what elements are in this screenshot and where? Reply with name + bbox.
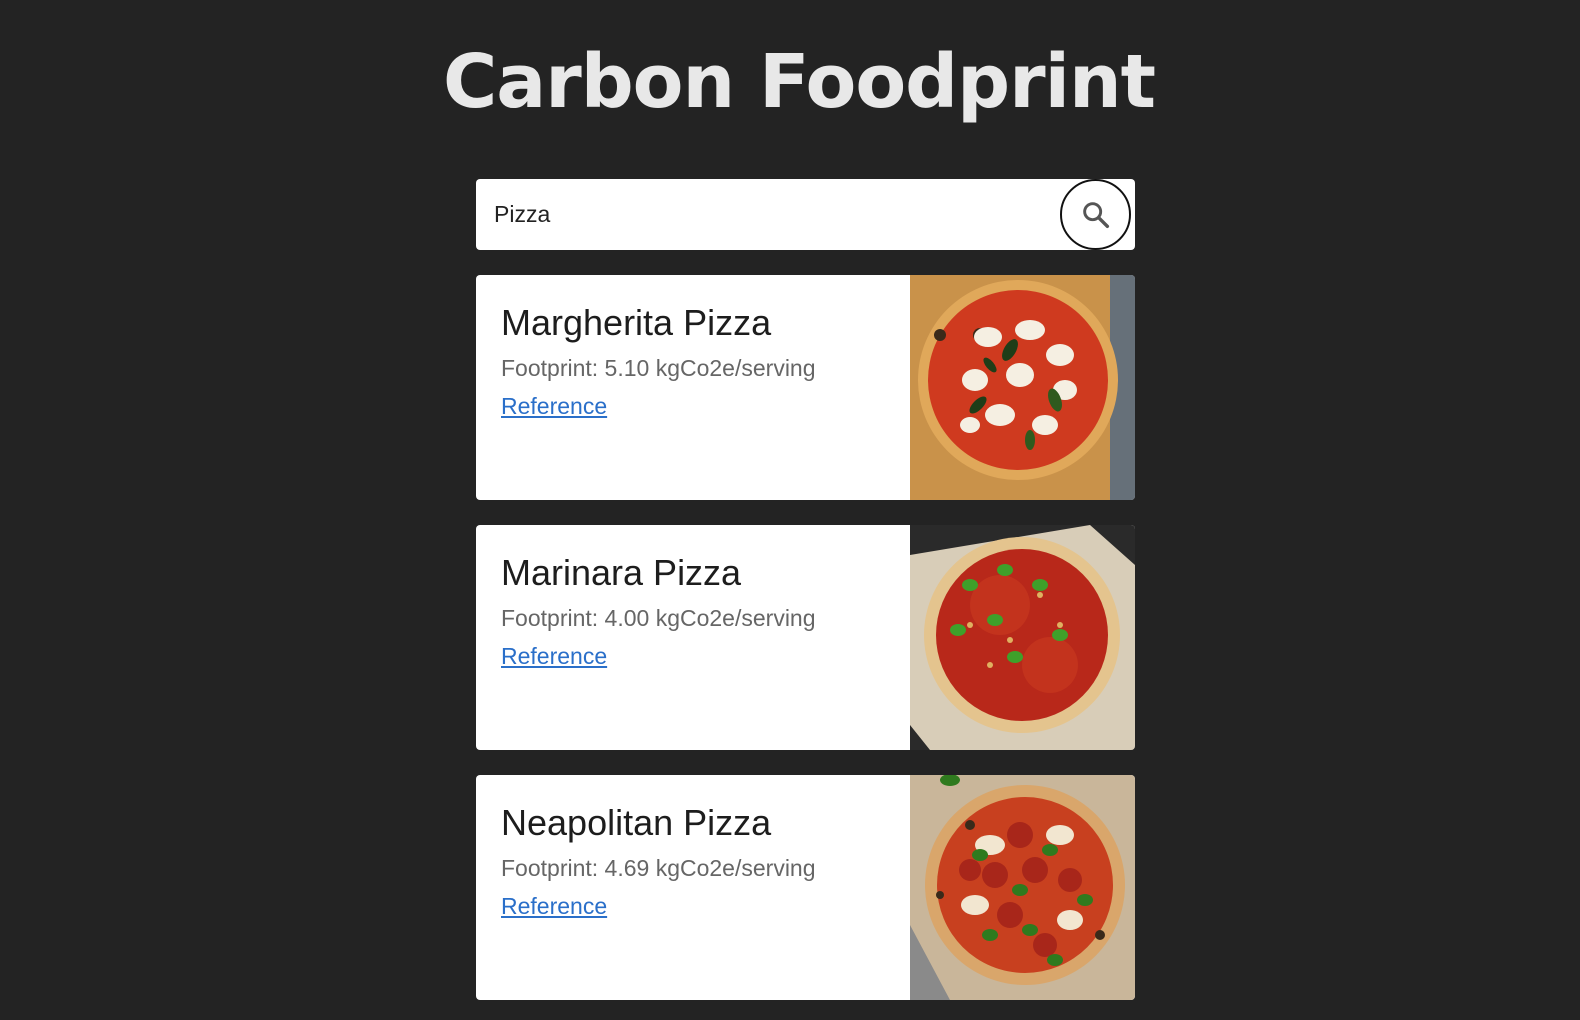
card-body: Marinara Pizza Footprint: 4.00 kgCo2e/se…	[501, 551, 816, 670]
neapolitan-pizza-image	[910, 775, 1135, 1000]
search-bar	[476, 179, 1135, 250]
result-card-marinara: Marinara Pizza Footprint: 4.00 kgCo2e/se…	[476, 525, 1135, 750]
search-button[interactable]	[1060, 179, 1131, 250]
search-icon	[1082, 201, 1109, 228]
marinara-pizza-image	[910, 525, 1135, 750]
card-title: Margherita Pizza	[501, 302, 772, 343]
card-title: Marinara Pizza	[501, 552, 742, 593]
page-title: Carbon Foodprint	[442, 39, 1156, 125]
card-footprint: Footprint: 4.00 kgCo2e/serving	[501, 605, 816, 631]
card-body: Neapolitan Pizza Footprint: 4.69 kgCo2e/…	[501, 801, 816, 920]
page: Carbon Foodprint Margherita Pizza Footpr…	[0, 0, 1580, 1020]
card-title: Neapolitan Pizza	[501, 802, 772, 843]
result-card-margherita: Margherita Pizza Footprint: 5.10 kgCo2e/…	[476, 275, 1135, 500]
reference-link[interactable]: Reference	[501, 642, 607, 670]
reference-link[interactable]: Reference	[501, 392, 607, 420]
reference-link[interactable]: Reference	[501, 892, 607, 920]
result-card-neapolitan: Neapolitan Pizza Footprint: 4.69 kgCo2e/…	[476, 775, 1135, 1000]
search-input[interactable]	[494, 179, 1054, 250]
card-body: Margherita Pizza Footprint: 5.10 kgCo2e/…	[501, 301, 816, 420]
card-footprint: Footprint: 5.10 kgCo2e/serving	[501, 355, 816, 381]
margherita-pizza-image	[910, 275, 1135, 500]
card-footprint: Footprint: 4.69 kgCo2e/serving	[501, 855, 816, 881]
